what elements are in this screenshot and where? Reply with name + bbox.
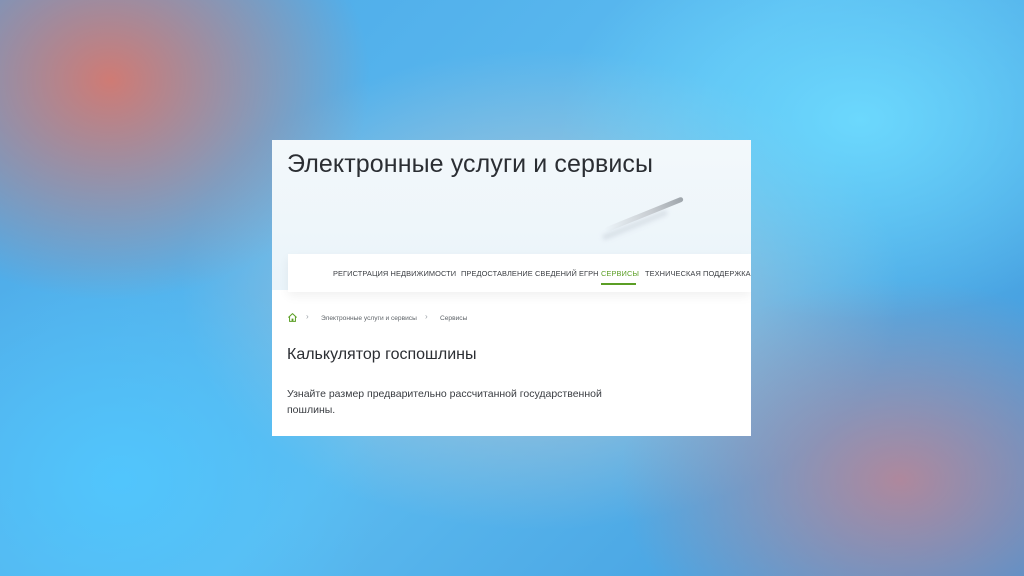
home-icon[interactable] (287, 312, 298, 323)
nav-item-services[interactable]: СЕРВИСЫ (601, 269, 639, 278)
breadcrumb-item-services-parent[interactable]: Электронные услуги и сервисы (321, 315, 417, 322)
page-window: Электронные услуги и сервисы РЕГИСТРАЦИЯ… (272, 140, 751, 436)
pen-decoration (604, 196, 684, 233)
top-navigation: РЕГИСТРАЦИЯ НЕДВИЖИМОСТИ ПРЕДОСТАВЛЕНИЕ … (288, 254, 751, 292)
nav-item-registration[interactable]: РЕГИСТРАЦИЯ НЕДВИЖИМОСТИ (333, 269, 456, 278)
chevron-right-icon: › (425, 312, 428, 321)
breadcrumb: › Электронные услуги и сервисы › Сервисы (287, 312, 687, 326)
page-title: Калькулятор госпошлины (287, 346, 477, 363)
page-description: Узнайте размер предварительно рассчитанн… (287, 388, 602, 416)
chevron-right-icon: › (306, 312, 309, 321)
hero-title: Электронные услуги и сервисы (287, 150, 654, 178)
nav-item-egrn-info[interactable]: ПРЕДОСТАВЛЕНИЕ СВЕДЕНИЙ ЕГРН (461, 269, 599, 278)
nav-item-tech-support[interactable]: ТЕХНИЧЕСКАЯ ПОДДЕРЖКА (645, 269, 751, 278)
breadcrumb-item-current: Сервисы (440, 315, 468, 322)
nav-active-indicator (601, 283, 636, 285)
